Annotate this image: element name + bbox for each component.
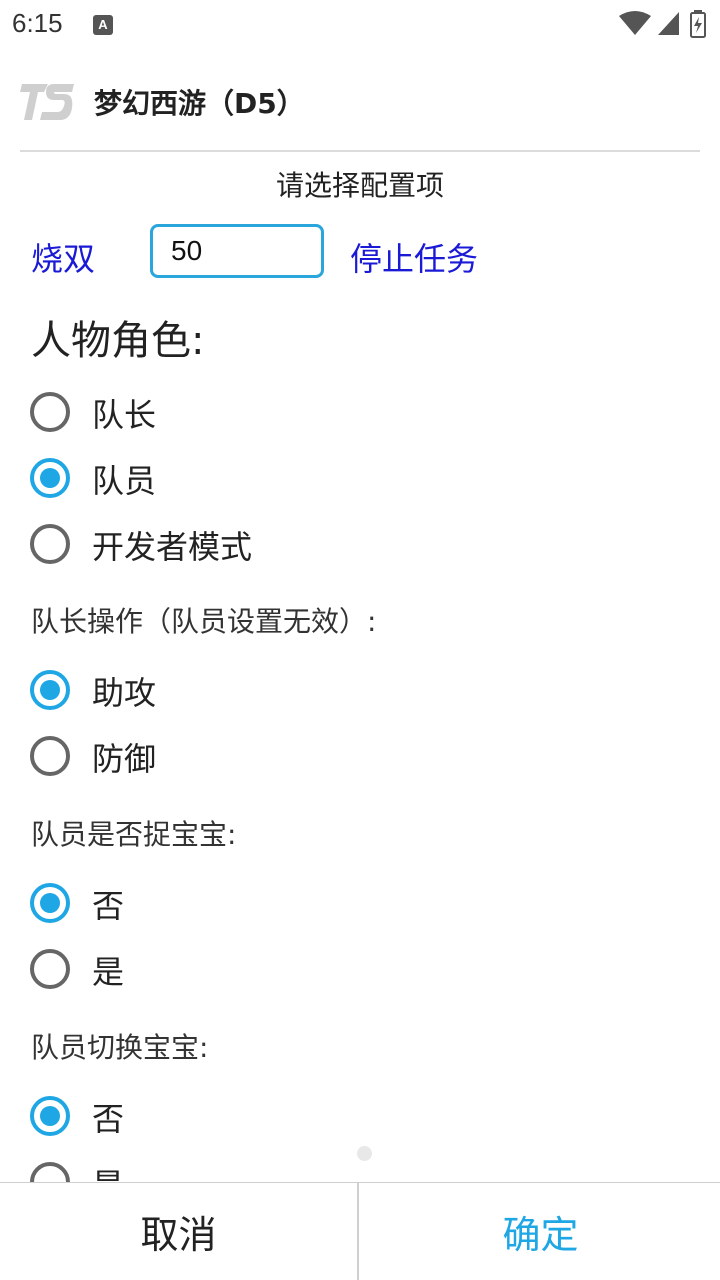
cancel-button[interactable]: 取消 — [0, 1183, 359, 1280]
radio-role-member[interactable]: 队员 — [30, 454, 670, 502]
radio-button[interactable] — [30, 458, 70, 498]
radio-button[interactable] — [30, 736, 70, 776]
radio-label: 防御 — [92, 740, 157, 778]
radio-catch-no[interactable]: 否 — [30, 879, 670, 927]
battery-charging-icon — [690, 10, 706, 38]
header-divider — [20, 150, 700, 152]
dialog-header: 梦幻西游（D5） — [20, 70, 700, 134]
count-input[interactable] — [150, 224, 324, 278]
radio-button[interactable] — [30, 524, 70, 564]
confirm-button[interactable]: 确定 — [361, 1183, 720, 1280]
radio-catch-yes[interactable]: 是 — [30, 945, 670, 993]
radio-label: 队长 — [92, 396, 157, 434]
cell-signal-icon — [658, 12, 679, 35]
radio-role-leader[interactable]: 队长 — [30, 388, 670, 436]
catch-pet-heading: 队员是否捉宝宝: — [31, 818, 237, 851]
radio-leader-defend[interactable]: 防御 — [30, 732, 670, 780]
radio-label: 队员 — [92, 462, 157, 500]
switch-pet-heading: 队员切换宝宝: — [31, 1031, 209, 1064]
radio-button[interactable] — [30, 1096, 70, 1136]
radio-button[interactable] — [30, 949, 70, 989]
stop-task-link[interactable]: 停止任务 — [350, 234, 478, 280]
shao-shuang-link[interactable]: 烧双 — [31, 234, 95, 280]
status-time: 6:15 — [12, 8, 63, 38]
role-heading: 人物角色: — [31, 318, 205, 364]
radio-switch-no[interactable]: 否 — [30, 1092, 670, 1140]
config-subtitle: 请选择配置项 — [275, 169, 444, 202]
leader-action-heading: 队长操作（队员设置无效）: — [31, 605, 377, 638]
dialog-button-bar: 取消 确定 — [0, 1182, 720, 1280]
ts-logo-icon — [20, 84, 74, 120]
radio-label: 开发者模式 — [92, 528, 253, 566]
a-notification-icon: A — [93, 15, 113, 35]
radio-button[interactable] — [30, 883, 70, 923]
top-row: 烧双 停止任务 — [0, 222, 720, 286]
radio-label: 否 — [92, 1100, 125, 1138]
status-bar: 6:15 A — [0, 0, 720, 50]
scroll-indicator — [357, 1146, 372, 1161]
wifi-icon — [619, 11, 651, 35]
dialog-title: 梦幻西游（D5） — [94, 87, 305, 120]
radio-label: 否 — [92, 887, 125, 925]
radio-role-developer[interactable]: 开发者模式 — [30, 520, 670, 568]
radio-button[interactable] — [30, 392, 70, 432]
radio-label: 是 — [92, 953, 125, 991]
radio-button[interactable] — [30, 670, 70, 710]
radio-label: 助攻 — [92, 674, 157, 712]
radio-leader-assist[interactable]: 助攻 — [30, 666, 670, 714]
